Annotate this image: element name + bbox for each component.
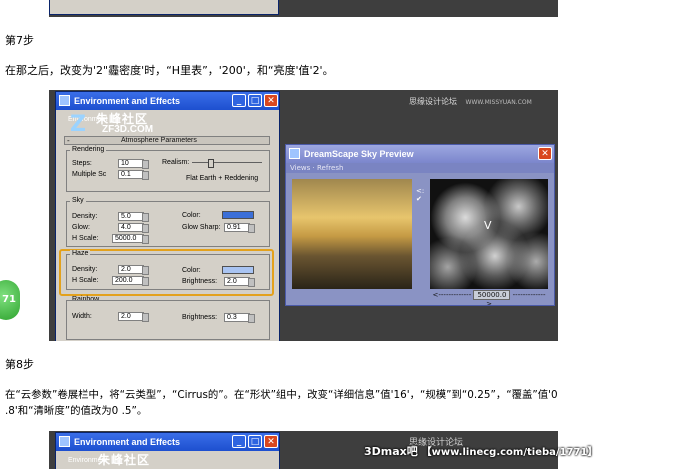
step8-instructions-line2: .8'和“清晰度”的值改为0 .5”。 — [5, 405, 148, 417]
sky-label: Sky — [70, 197, 86, 204]
rollout-title: Atmosphere Parameters — [121, 137, 197, 144]
app-icon-2 — [59, 436, 70, 447]
rainbow-width-label: Width: — [72, 313, 92, 320]
multiple-scatter-input[interactable]: 0.1 — [118, 170, 149, 180]
rollout-collapse-icon: - — [67, 136, 70, 145]
range-value[interactable]: 50000.0 — [473, 290, 511, 300]
menu-separator: · — [312, 164, 315, 172]
previous-step-screenshot — [49, 0, 558, 17]
flat-earth-label: Flat Earth + Reddening — [186, 175, 259, 182]
haze-brightness-input[interactable]: 2.0 — [224, 277, 255, 287]
sky-hscale-input[interactable]: 5000.0 — [112, 234, 149, 244]
haze-brightness-label: Brightness: — [182, 278, 218, 285]
env2-titlebar[interactable]: Environment and Effects _ □ ✕ — [56, 433, 279, 451]
preview-side-icons[interactable]: <: ✔ — [416, 187, 424, 203]
environment-effects-window-2: Environment and Effects _ □ ✕ Environmen… — [55, 432, 280, 469]
realism-slider[interactable] — [192, 159, 262, 168]
glow-sharp-label: Glow Sharp: — [182, 224, 221, 231]
step7-heading: 第7步 — [5, 34, 34, 47]
footer-brand: 3Dmax吧 【www.linecg.com/tieba/1771】 — [364, 443, 597, 459]
floating-badge[interactable]: 71 — [0, 280, 20, 320]
range-bar[interactable]: <------------- 50000.0 -------------> — [430, 290, 548, 305]
env-title: Environment and Effects — [74, 96, 181, 106]
logo-mark: Z — [70, 112, 86, 137]
minimize-button[interactable]: _ — [232, 94, 246, 107]
rendering-label: Rendering — [70, 146, 107, 153]
footer-brand-url: 【www.linecg.com/tieba/1771】 — [421, 447, 598, 458]
sky-preview-image — [292, 179, 412, 289]
zf3d-logo: Z 朱峰社区 ZF3D.COM — [70, 110, 190, 138]
range-left-arrow: <------------- — [432, 291, 472, 299]
env2-title: Environment and Effects — [74, 437, 181, 447]
sky-color-swatch[interactable] — [222, 211, 254, 219]
realism-label: Realism: — [162, 159, 190, 166]
close-button-2[interactable]: ✕ — [264, 435, 278, 448]
steps-input[interactable]: 10 — [118, 159, 149, 169]
watermark-url: WWW.MISSYUAN.COM — [465, 99, 532, 106]
preview-app-icon — [289, 148, 300, 159]
haze-label: Haze — [70, 250, 91, 257]
rainbow-width-input[interactable]: 2.0 — [118, 312, 149, 322]
haze-color-swatch[interactable] — [222, 266, 254, 274]
step8-heading: 第8步 — [5, 358, 34, 371]
steps-label: Steps: — [72, 160, 92, 167]
menu-views[interactable]: Views — [290, 164, 310, 172]
preview-menubar: Views · Refresh — [286, 163, 554, 173]
minimize-button-2[interactable]: _ — [232, 435, 246, 448]
step7-screenshot: 思缘设计论坛 WWW.MISSYUAN.COM Environment and … — [49, 90, 558, 341]
rainbow-brightness-label: Brightness: — [182, 314, 218, 321]
environment-effects-window: Environment and Effects _ □ ✕ Environmen… — [55, 91, 280, 341]
cloud-preview-image: V — [430, 179, 548, 289]
sky-density-input[interactable]: 5.0 — [118, 212, 149, 222]
sky-glow-label: Glow: — [72, 224, 90, 231]
sky-color-label: Color: — [182, 212, 201, 219]
watermark-top-right: 思缘设计论坛 WWW.MISSYUAN.COM — [409, 96, 532, 107]
env-panel: Environment Z 朱峰社区 ZF3D.COM - Atmosphere… — [56, 110, 279, 341]
preview-close-button[interactable]: ✕ — [538, 147, 552, 160]
menu-refresh[interactable]: Refresh — [317, 164, 343, 172]
app-icon — [59, 95, 70, 106]
sky-preview-window: DreamScape Sky Preview ✕ Views · Refresh… — [285, 144, 555, 306]
previous-window-edge — [49, 0, 279, 15]
cloud-marker: V — [484, 219, 492, 232]
maximize-button[interactable]: □ — [248, 94, 262, 107]
step7-instructions: 在那之后，改变为'2"霾密度'时，“H里表”，'200'，和“亮度'值'2'。 — [5, 64, 334, 77]
sky-density-label: Density: — [72, 213, 98, 220]
realism-slider-thumb[interactable] — [208, 159, 214, 168]
preview-title: DreamScape Sky Preview — [304, 149, 414, 159]
haze-hscale-input[interactable]: 200.0 — [112, 276, 149, 286]
logo-en: ZF3D.COM — [102, 124, 154, 135]
logo-cn-2: 朱峰社区 — [98, 453, 151, 467]
step8-instructions-line1: 在“云参数”卷展栏中，将“云类型”，“Cirrus的”。在“形状”组中，改变“详… — [5, 389, 558, 401]
sky-hscale-label: H Scale: — [72, 235, 99, 242]
glow-sharp-input[interactable]: 0.91 — [224, 223, 255, 233]
sky-glow-input[interactable]: 4.0 — [118, 223, 149, 233]
multiple-scatter-label: Multiple Sc — [72, 171, 107, 178]
haze-color-label: Color: — [182, 267, 201, 274]
preview-titlebar[interactable]: DreamScape Sky Preview ✕ — [286, 145, 554, 163]
env-titlebar[interactable]: Environment and Effects _ □ ✕ — [56, 92, 279, 110]
badge-count: 71 — [2, 294, 16, 305]
footer-brand-name: 3Dmax吧 — [364, 445, 418, 458]
maximize-button-2[interactable]: □ — [248, 435, 262, 448]
close-button[interactable]: ✕ — [264, 94, 278, 107]
rollout-atmosphere[interactable]: - Atmosphere Parameters — [64, 136, 270, 145]
rainbow-brightness-input[interactable]: 0.3 — [224, 313, 255, 323]
haze-hscale-label: H Scale: — [72, 277, 99, 284]
haze-density-label: Density: — [72, 266, 98, 273]
haze-density-input[interactable]: 2.0 — [118, 265, 149, 275]
watermark-cn: 思缘设计论坛 — [409, 97, 457, 106]
